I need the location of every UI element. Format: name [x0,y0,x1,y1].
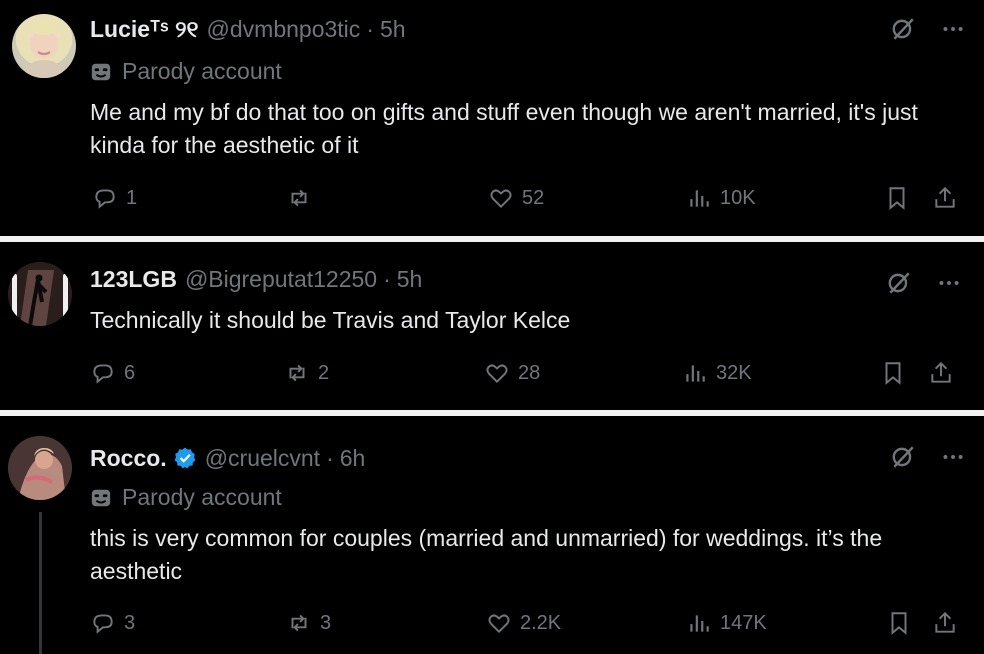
author-name[interactable]: Lucieᵀˢ ୨୧ [90,16,199,43]
post-text: this is very common for couples (married… [90,525,883,584]
avatar-image [24,22,64,78]
author-name[interactable]: Rocco. [90,445,167,472]
views-icon [690,190,709,207]
reply-icon [93,364,113,384]
views-count: 147K [720,611,767,634]
avatar-image [8,436,72,500]
grok-icon[interactable] [886,270,912,296]
reply-button[interactable]: 1 [92,185,137,211]
post-header: Rocco. @cruelcvnt · 6h [90,442,365,472]
views-button[interactable]: 147K [686,610,767,636]
avatar[interactable] [8,436,72,500]
post-top-actions [886,270,962,296]
parody-mask-icon [91,489,111,506]
grok-icon[interactable] [890,444,916,470]
action-bar: 6 2 28 32K [0,360,984,390]
repost-button[interactable] [286,185,320,211]
post-header: Lucieᵀˢ ୨୧ @dvmbnpo3tic · 5h [90,16,406,43]
share-button[interactable] [928,360,954,386]
author-handle[interactable]: @Bigreputat12250 [185,266,377,293]
parody-label: Parody account [90,58,282,85]
post-time[interactable]: 6h [340,445,366,472]
avatar[interactable] [12,14,76,78]
bookmark-icon [889,187,905,210]
views-count: 32K [716,361,752,384]
share-button[interactable] [932,610,958,636]
views-button[interactable]: 32K [682,360,752,386]
bookmark-button[interactable] [880,360,906,386]
repost-button[interactable]: 2 [284,360,329,386]
dot-separator: · [326,445,334,471]
bookmark-button[interactable] [884,185,910,211]
bookmark-button[interactable] [886,610,912,636]
like-icon [488,614,510,634]
post-time[interactable]: 5h [397,266,423,293]
post-top-actions [890,444,966,470]
repost-button[interactable]: 3 [286,610,331,636]
post-2[interactable]: 123LGB @Bigreputat12250 · 5h Technically… [0,242,984,410]
like-icon [486,364,508,384]
more-icon[interactable] [940,16,966,42]
share-icon [931,361,951,383]
post-top-actions [890,16,966,42]
dot-separator: · [366,16,374,42]
dot-separator: · [383,266,391,292]
reply-button[interactable]: 6 [90,360,135,386]
views-icon [690,615,709,632]
repost-icon [289,364,305,382]
views-icon [686,365,705,382]
repost-count: 2 [318,361,330,384]
repost-icon [291,614,307,632]
views-count: 10K [720,186,756,209]
parody-label: Parody account [90,484,282,511]
more-icon[interactable] [936,270,962,296]
parody-mask-icon [91,63,111,80]
more-icon[interactable] [940,444,966,470]
like-count: 2.2K [520,611,562,634]
repost-count: 3 [320,611,332,634]
views-button[interactable]: 10K [686,185,756,211]
like-count: 28 [518,361,541,384]
grok-icon[interactable] [890,16,916,42]
post-header: 123LGB @Bigreputat12250 · 5h [90,266,422,293]
reply-count: 1 [126,186,138,209]
author-handle[interactable]: @dvmbnpo3tic [207,16,361,43]
post-time[interactable]: 5h [380,16,406,43]
repost-icon [291,189,307,207]
share-icon [935,186,955,208]
like-button[interactable]: 28 [484,360,540,386]
post-1[interactable]: Lucieᵀˢ ୨୧ @dvmbnpo3tic · 5h Parody acco… [0,0,984,236]
parody-text: Parody account [122,58,282,84]
bookmark-icon [891,612,907,635]
action-bar: 1 52 10K [0,185,984,215]
post-3[interactable]: Rocco. @cruelcvnt · 6h Parody account th… [0,416,984,654]
reply-button[interactable]: 3 [90,610,135,636]
like-icon [490,189,512,209]
avatar[interactable] [8,262,72,326]
avatar-image [8,262,72,326]
post-text: Me and my bf do that too on gifts and st… [90,99,918,158]
share-button[interactable] [932,185,958,211]
author-handle[interactable]: @cruelcvnt [205,445,320,472]
like-button[interactable]: 2.2K [486,610,561,636]
bookmark-icon [885,362,901,385]
action-bar: 3 3 2.2K 147K [0,610,984,640]
like-button[interactable]: 52 [488,185,544,211]
reply-count: 6 [124,361,136,384]
verified-badge-icon [174,447,196,469]
parody-text: Parody account [122,484,282,510]
post-text: Technically it should be Travis and Tayl… [90,307,571,333]
reply-count: 3 [124,611,136,634]
reply-icon [93,614,113,634]
like-count: 52 [522,186,545,209]
reply-icon [95,189,115,209]
share-icon [935,611,955,633]
author-name[interactable]: 123LGB [90,266,177,293]
